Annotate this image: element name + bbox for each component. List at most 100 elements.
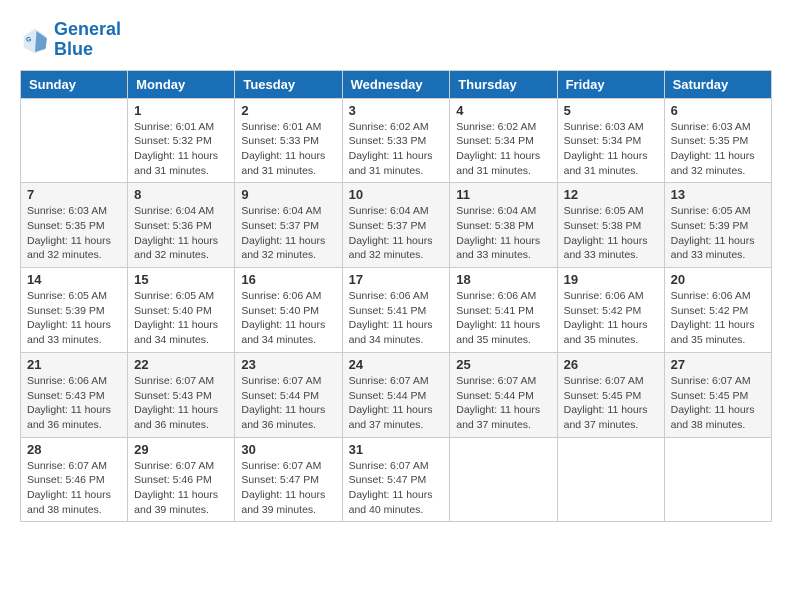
weekday-header-thursday: Thursday (450, 70, 557, 98)
calendar-cell: 21 Sunrise: 6:06 AM Sunset: 5:43 PM Dayli… (21, 352, 128, 437)
calendar-cell: 25 Sunrise: 6:07 AM Sunset: 5:44 PM Dayli… (450, 352, 557, 437)
day-number: 21 (27, 357, 121, 372)
day-number: 7 (27, 187, 121, 202)
calendar-cell: 26Sunrise: 6:07 AM Sunset: 5:45 PM Dayli… (557, 352, 664, 437)
calendar-cell: 4Sunrise: 6:02 AM Sunset: 5:34 PM Daylig… (450, 98, 557, 183)
weekday-header-sunday: Sunday (21, 70, 128, 98)
calendar-cell: 1 Sunrise: 6:01 AM Sunset: 5:32 PM Daylig… (128, 98, 235, 183)
calendar-cell (664, 437, 771, 522)
day-detail: Sunrise: 6:03 AM Sunset: 5:35 PM Dayligh… (671, 120, 765, 179)
calendar-week-row: 14 Sunrise: 6:05 AM Sunset: 5:39 PM Dayli… (21, 268, 772, 353)
day-number: 23 (241, 357, 335, 372)
day-detail: Sunrise: 6:05 AM Sunset: 5:39 PM Dayligh… (27, 289, 121, 348)
day-detail: Sunrise: 6:07 AM Sunset: 5:46 PM Dayligh… (134, 459, 228, 518)
day-number: 14 (27, 272, 121, 287)
calendar-week-row: 1 Sunrise: 6:01 AM Sunset: 5:32 PM Daylig… (21, 98, 772, 183)
calendar-cell: 3Sunrise: 6:02 AM Sunset: 5:33 PM Daylig… (342, 98, 450, 183)
calendar-cell: 27 Sunrise: 6:07 AM Sunset: 5:45 PM Dayli… (664, 352, 771, 437)
calendar-cell: 16 Sunrise: 6:06 AM Sunset: 5:40 PM Dayli… (235, 268, 342, 353)
day-number: 1 (134, 103, 228, 118)
calendar-cell (450, 437, 557, 522)
day-number: 8 (134, 187, 228, 202)
calendar-cell: 7 Sunrise: 6:03 AM Sunset: 5:35 PM Daylig… (21, 183, 128, 268)
calendar-cell: 28 Sunrise: 6:07 AM Sunset: 5:46 PM Dayli… (21, 437, 128, 522)
calendar-cell: 5Sunrise: 6:03 AM Sunset: 5:34 PM Daylig… (557, 98, 664, 183)
day-number: 10 (349, 187, 444, 202)
day-number: 27 (671, 357, 765, 372)
day-detail: Sunrise: 6:06 AM Sunset: 5:43 PM Dayligh… (27, 374, 121, 433)
day-number: 22 (134, 357, 228, 372)
day-detail: Sunrise: 6:05 AM Sunset: 5:40 PM Dayligh… (134, 289, 228, 348)
day-detail: Sunrise: 6:03 AM Sunset: 5:35 PM Dayligh… (27, 204, 121, 263)
calendar-cell: 12 Sunrise: 6:05 AM Sunset: 5:38 PM Dayli… (557, 183, 664, 268)
day-detail: Sunrise: 6:07 AM Sunset: 5:44 PM Dayligh… (241, 374, 335, 433)
day-detail: Sunrise: 6:05 AM Sunset: 5:38 PM Dayligh… (564, 204, 658, 263)
day-detail: Sunrise: 6:01 AM Sunset: 5:33 PM Dayligh… (241, 120, 335, 179)
calendar-week-row: 28 Sunrise: 6:07 AM Sunset: 5:46 PM Dayli… (21, 437, 772, 522)
day-number: 6 (671, 103, 765, 118)
svg-text:G: G (26, 36, 31, 43)
calendar-cell (557, 437, 664, 522)
calendar-cell: 13 Sunrise: 6:05 AM Sunset: 5:39 PM Dayli… (664, 183, 771, 268)
calendar-cell: 11Sunrise: 6:04 AM Sunset: 5:38 PM Dayli… (450, 183, 557, 268)
day-number: 24 (349, 357, 444, 372)
day-detail: Sunrise: 6:06 AM Sunset: 5:42 PM Dayligh… (671, 289, 765, 348)
page-header: G General Blue (20, 20, 772, 60)
calendar-cell: 31Sunrise: 6:07 AM Sunset: 5:47 PM Dayli… (342, 437, 450, 522)
calendar-cell: 6 Sunrise: 6:03 AM Sunset: 5:35 PM Daylig… (664, 98, 771, 183)
calendar-cell: 20 Sunrise: 6:06 AM Sunset: 5:42 PM Dayli… (664, 268, 771, 353)
weekday-header-saturday: Saturday (664, 70, 771, 98)
calendar-cell: 30Sunrise: 6:07 AM Sunset: 5:47 PM Dayli… (235, 437, 342, 522)
day-number: 17 (349, 272, 444, 287)
calendar-cell: 14 Sunrise: 6:05 AM Sunset: 5:39 PM Dayli… (21, 268, 128, 353)
day-number: 29 (134, 442, 228, 457)
weekday-header-friday: Friday (557, 70, 664, 98)
weekday-header-tuesday: Tuesday (235, 70, 342, 98)
weekday-header-row: SundayMondayTuesdayWednesdayThursdayFrid… (21, 70, 772, 98)
day-number: 18 (456, 272, 550, 287)
calendar-cell: 19Sunrise: 6:06 AM Sunset: 5:42 PM Dayli… (557, 268, 664, 353)
day-detail: Sunrise: 6:07 AM Sunset: 5:43 PM Dayligh… (134, 374, 228, 433)
day-detail: Sunrise: 6:07 AM Sunset: 5:45 PM Dayligh… (671, 374, 765, 433)
day-detail: Sunrise: 6:02 AM Sunset: 5:33 PM Dayligh… (349, 120, 444, 179)
calendar-cell (21, 98, 128, 183)
day-number: 30 (241, 442, 335, 457)
calendar-cell: 2 Sunrise: 6:01 AM Sunset: 5:33 PM Daylig… (235, 98, 342, 183)
day-detail: Sunrise: 6:06 AM Sunset: 5:40 PM Dayligh… (241, 289, 335, 348)
calendar-cell: 22 Sunrise: 6:07 AM Sunset: 5:43 PM Dayli… (128, 352, 235, 437)
logo-line2: Blue (54, 40, 121, 60)
calendar-week-row: 21 Sunrise: 6:06 AM Sunset: 5:43 PM Dayli… (21, 352, 772, 437)
calendar-cell: 17 Sunrise: 6:06 AM Sunset: 5:41 PM Dayli… (342, 268, 450, 353)
day-number: 9 (241, 187, 335, 202)
day-number: 25 (456, 357, 550, 372)
day-detail: Sunrise: 6:07 AM Sunset: 5:44 PM Dayligh… (456, 374, 550, 433)
calendar-week-row: 7 Sunrise: 6:03 AM Sunset: 5:35 PM Daylig… (21, 183, 772, 268)
day-detail: Sunrise: 6:06 AM Sunset: 5:41 PM Dayligh… (349, 289, 444, 348)
day-number: 16 (241, 272, 335, 287)
logo: G General Blue (20, 20, 121, 60)
logo-line1: General (54, 19, 121, 39)
day-detail: Sunrise: 6:04 AM Sunset: 5:36 PM Dayligh… (134, 204, 228, 263)
day-detail: Sunrise: 6:07 AM Sunset: 5:45 PM Dayligh… (564, 374, 658, 433)
calendar-cell: 29 Sunrise: 6:07 AM Sunset: 5:46 PM Dayli… (128, 437, 235, 522)
calendar-cell: 9Sunrise: 6:04 AM Sunset: 5:37 PM Daylig… (235, 183, 342, 268)
calendar-cell: 8 Sunrise: 6:04 AM Sunset: 5:36 PM Daylig… (128, 183, 235, 268)
calendar-cell: 15 Sunrise: 6:05 AM Sunset: 5:40 PM Dayli… (128, 268, 235, 353)
day-detail: Sunrise: 6:04 AM Sunset: 5:37 PM Dayligh… (349, 204, 444, 263)
day-number: 15 (134, 272, 228, 287)
day-number: 11 (456, 187, 550, 202)
day-detail: Sunrise: 6:07 AM Sunset: 5:46 PM Dayligh… (27, 459, 121, 518)
calendar-table: SundayMondayTuesdayWednesdayThursdayFrid… (20, 70, 772, 523)
day-number: 28 (27, 442, 121, 457)
day-detail: Sunrise: 6:07 AM Sunset: 5:44 PM Dayligh… (349, 374, 444, 433)
day-detail: Sunrise: 6:06 AM Sunset: 5:42 PM Dayligh… (564, 289, 658, 348)
day-number: 2 (241, 103, 335, 118)
day-number: 31 (349, 442, 444, 457)
day-detail: Sunrise: 6:05 AM Sunset: 5:39 PM Dayligh… (671, 204, 765, 263)
day-number: 12 (564, 187, 658, 202)
day-number: 13 (671, 187, 765, 202)
day-detail: Sunrise: 6:02 AM Sunset: 5:34 PM Dayligh… (456, 120, 550, 179)
logo-icon: G (20, 25, 50, 55)
day-number: 20 (671, 272, 765, 287)
day-detail: Sunrise: 6:01 AM Sunset: 5:32 PM Dayligh… (134, 120, 228, 179)
